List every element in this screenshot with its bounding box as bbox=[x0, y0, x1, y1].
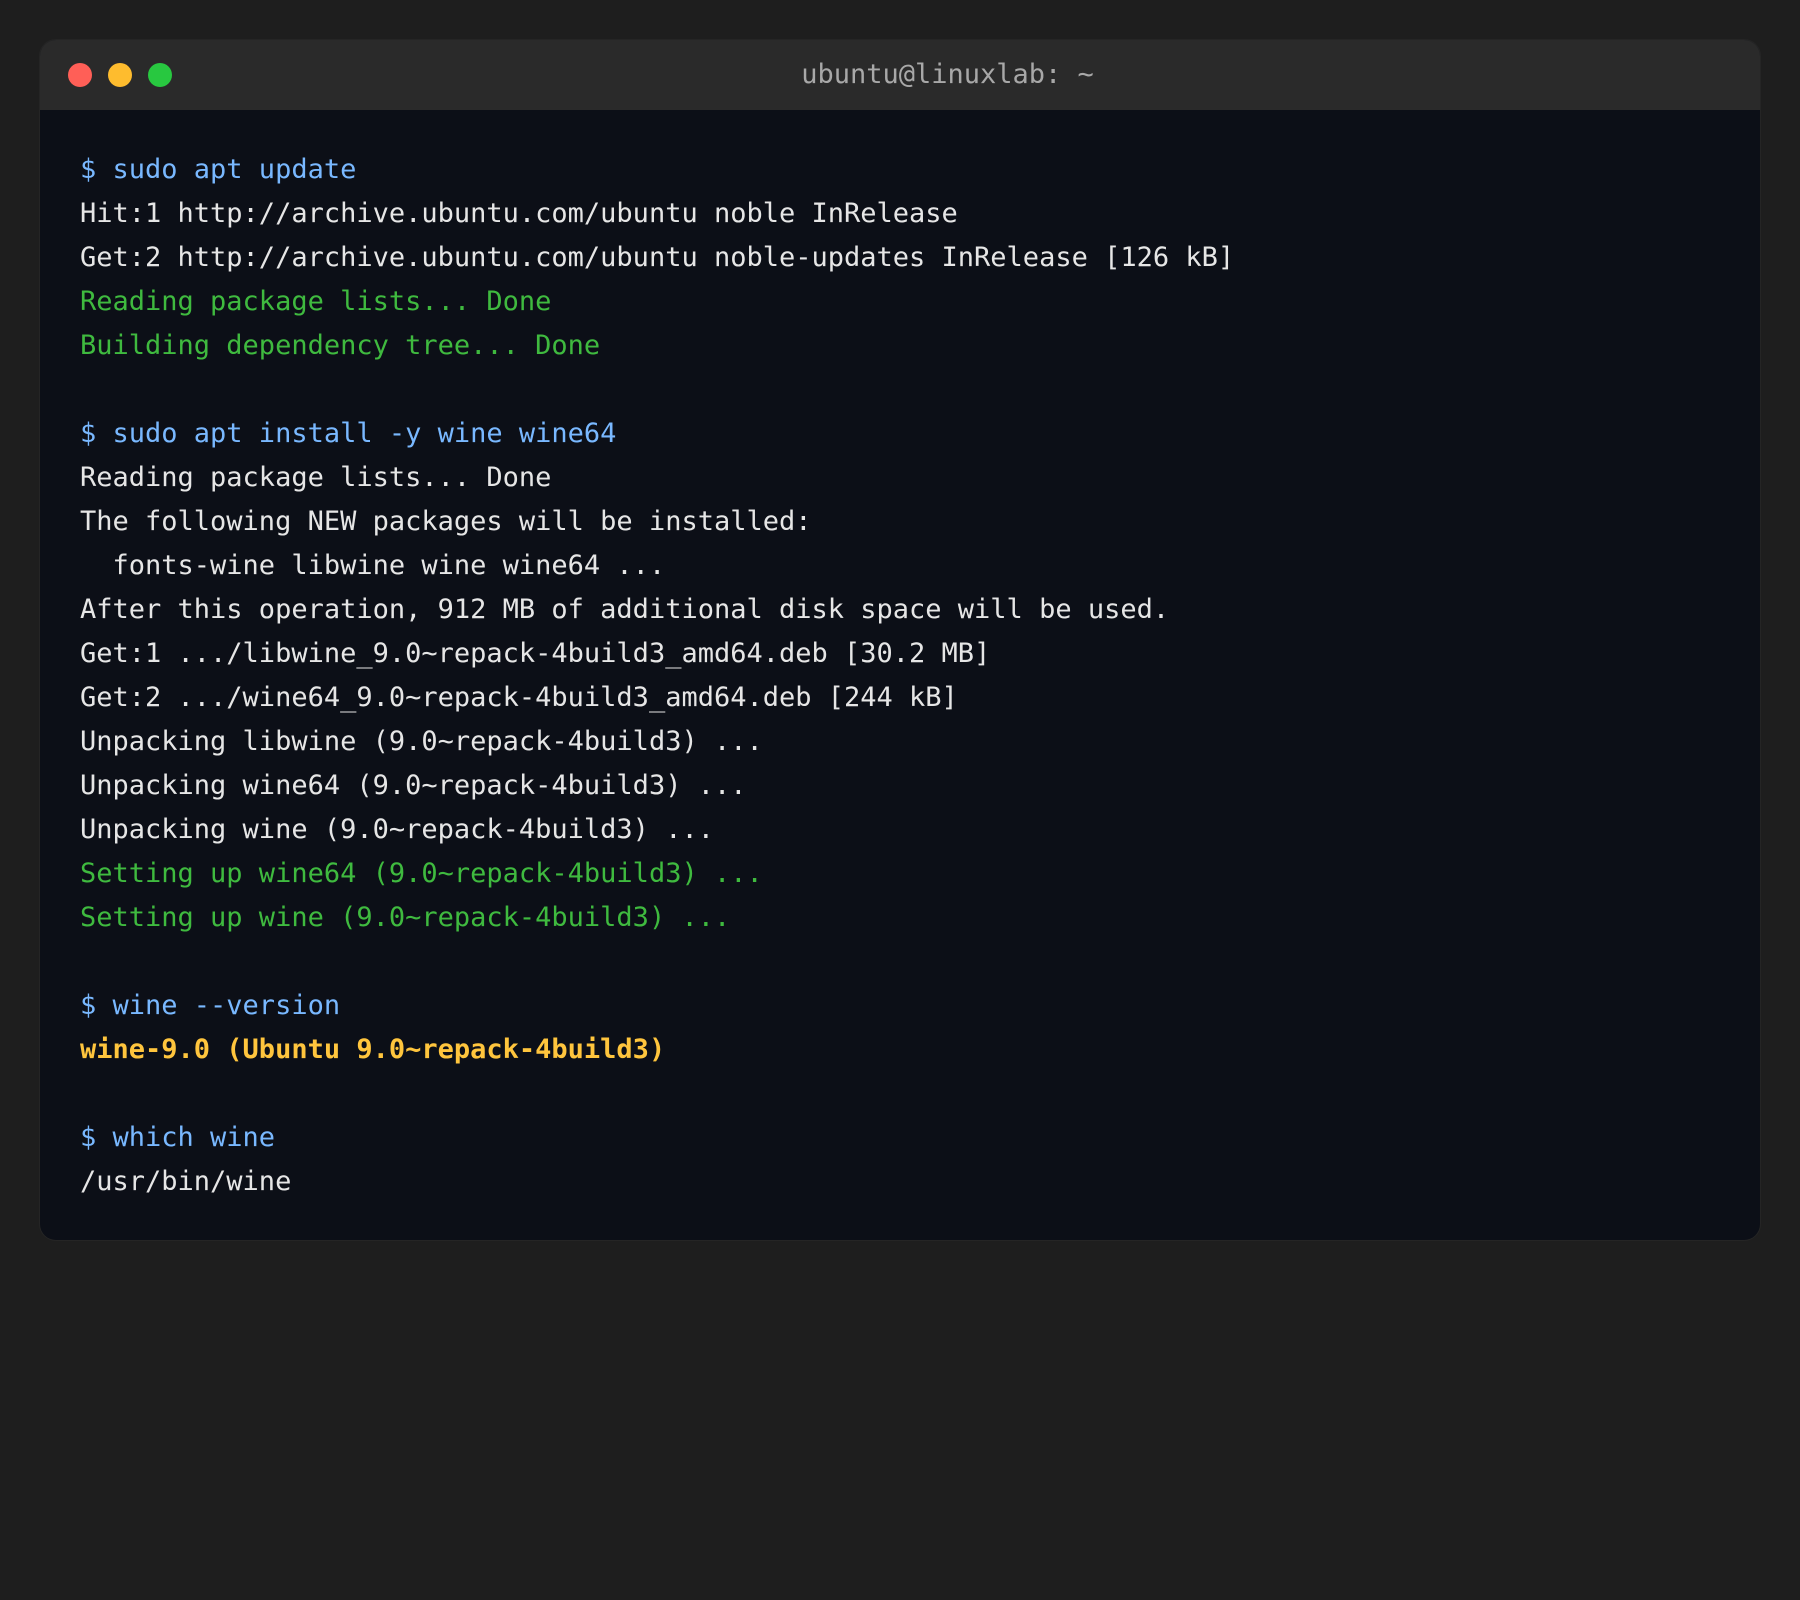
output-line: fonts-wine libwine wine wine64 ... bbox=[80, 550, 666, 581]
success-output-line: Setting up wine (9.0~repack-4build3) ... bbox=[80, 902, 731, 933]
command-line: $ which wine bbox=[80, 1122, 276, 1153]
output-line: Unpacking wine64 (9.0~repack-4build3) ..… bbox=[80, 770, 747, 801]
window-title: ubuntu@linuxlab: ~ bbox=[801, 59, 1094, 90]
command-line: $ wine --version bbox=[80, 990, 341, 1021]
output-line: After this operation, 912 MB of addition… bbox=[80, 594, 1170, 625]
version-output-line: wine-9.0 (Ubuntu 9.0~repack-4build3) bbox=[80, 1034, 666, 1065]
success-output-line: Reading package lists... Done bbox=[80, 286, 552, 317]
output-line: /usr/bin/wine bbox=[80, 1166, 292, 1197]
output-line: Get:2 http://archive.ubuntu.com/ubuntu n… bbox=[80, 242, 1235, 273]
output-line: Unpacking wine (9.0~repack-4build3) ... bbox=[80, 814, 714, 845]
output-line: Unpacking libwine (9.0~repack-4build3) .… bbox=[80, 726, 763, 757]
terminal-output[interactable]: $ sudo apt update Hit:1 http://archive.ub… bbox=[40, 110, 1760, 1204]
output-line: The following NEW packages will be insta… bbox=[80, 506, 812, 537]
output-line: Reading package lists... Done bbox=[80, 462, 552, 493]
success-output-line: Setting up wine64 (9.0~repack-4build3) .… bbox=[80, 858, 763, 889]
terminal-window[interactable]: ubuntu@linuxlab: ~ $ sudo apt update Hit:… bbox=[40, 40, 1760, 1240]
command-line: $ sudo apt install -y wine wine64 bbox=[80, 418, 617, 449]
output-line: Get:1 .../libwine_9.0~repack-4build3_amd… bbox=[80, 638, 991, 669]
command-line: $ sudo apt update bbox=[80, 154, 357, 185]
output-line: Hit:1 http://archive.ubuntu.com/ubuntu n… bbox=[80, 198, 958, 229]
success-output-line: Building dependency tree... Done bbox=[80, 330, 601, 361]
output-line: Get:2 .../wine64_9.0~repack-4build3_amd6… bbox=[80, 682, 958, 713]
title-bar[interactable]: ubuntu@linuxlab: ~ bbox=[40, 40, 1760, 110]
